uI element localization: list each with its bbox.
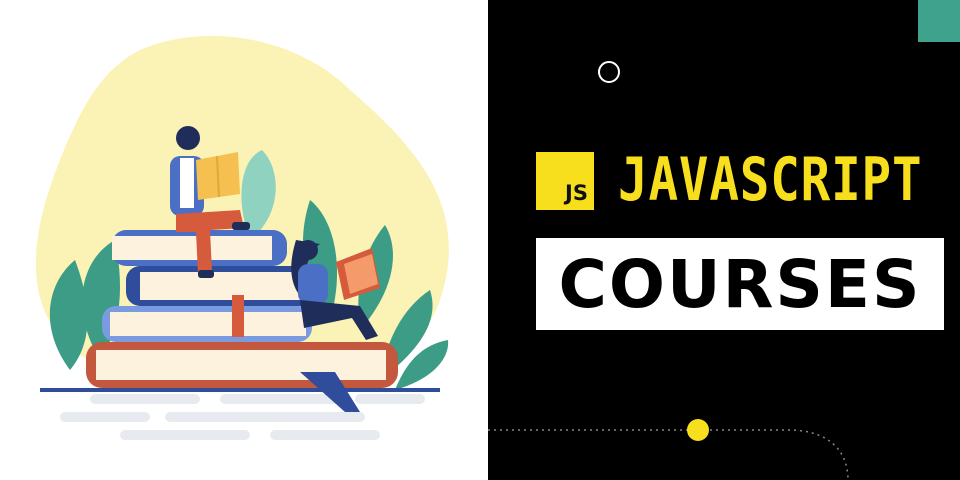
js-badge-text: JS xyxy=(565,181,588,205)
dotted-line xyxy=(488,429,849,480)
banner-title: JAVASCRIPT xyxy=(618,145,923,215)
banner-panel: JS JAVASCRIPT COURSES xyxy=(488,0,960,480)
yellow-dot-icon xyxy=(687,419,709,441)
ground-shadow xyxy=(60,394,425,440)
illustration-panel xyxy=(0,0,488,480)
corner-square xyxy=(918,0,960,42)
ring-icon xyxy=(598,61,620,83)
js-logo-badge: JS xyxy=(536,152,594,210)
people-reading-on-books-illustration xyxy=(35,35,449,440)
courses-box: COURSES xyxy=(536,238,944,330)
banner-subtitle: COURSES xyxy=(558,245,922,323)
